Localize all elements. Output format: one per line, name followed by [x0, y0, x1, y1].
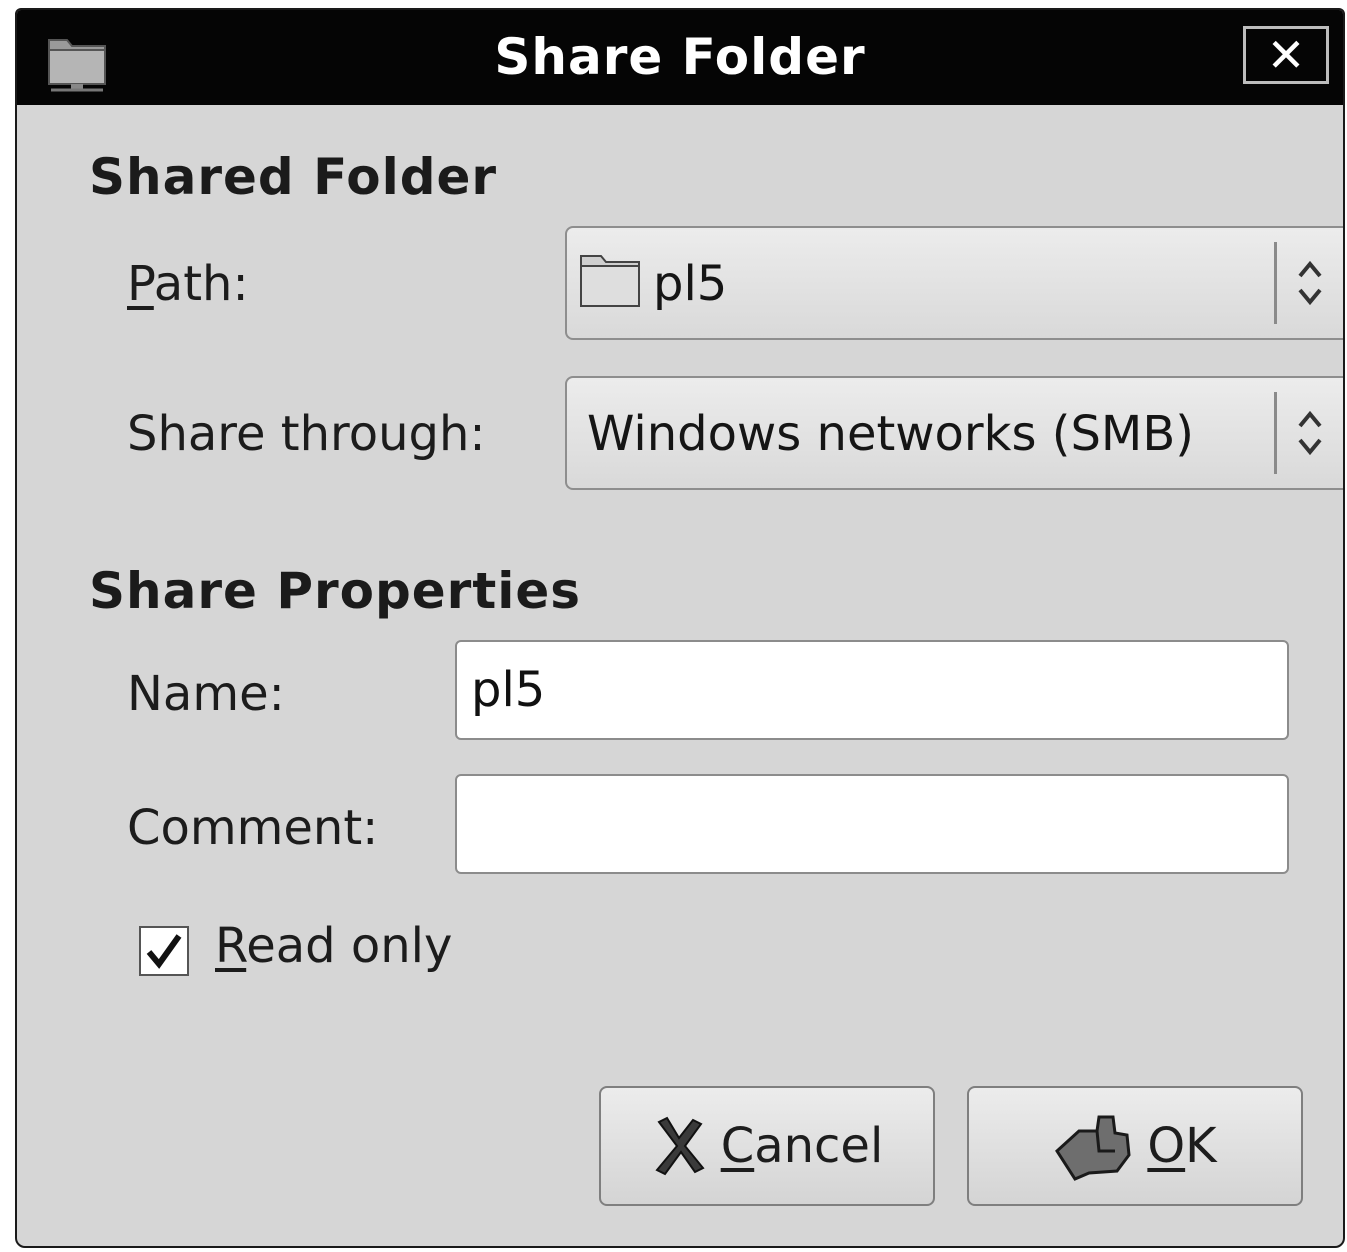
share-through-label: Share through:	[127, 406, 486, 462]
up-down-arrows-icon	[1298, 260, 1322, 306]
close-button[interactable]: ✕	[1243, 26, 1329, 84]
ok-hand-icon	[1055, 1115, 1131, 1181]
comment-label: Comment:	[127, 800, 379, 856]
read-only-label[interactable]: Read only	[215, 918, 452, 974]
path-label: Path:	[127, 256, 249, 312]
cancel-button[interactable]: Cancel	[599, 1086, 935, 1206]
folder-icon	[580, 255, 640, 307]
window-title: Share Folder	[494, 28, 866, 86]
title-bar[interactable]: Share Folder ✕	[17, 10, 1343, 105]
checkmark-icon	[146, 934, 182, 969]
close-icon: ✕	[1266, 28, 1306, 82]
combo-separator	[1274, 242, 1277, 324]
path-combo[interactable]: pl5	[565, 226, 1343, 340]
up-down-arrows-icon	[1298, 410, 1322, 456]
combo-separator	[1274, 392, 1277, 474]
ok-label: OK	[1147, 1118, 1217, 1174]
name-label: Name:	[127, 666, 285, 722]
path-value: pl5	[653, 256, 728, 312]
cancel-x-icon	[655, 1116, 705, 1176]
share-through-value: Windows networks (SMB)	[587, 406, 1194, 462]
read-only-checkbox[interactable]	[139, 926, 189, 976]
comment-input[interactable]	[455, 774, 1289, 874]
ok-button[interactable]: OK	[967, 1086, 1303, 1206]
name-input[interactable]: pl5	[455, 640, 1289, 740]
shared-folder-heading: Shared Folder	[89, 148, 498, 206]
share-properties-heading: Share Properties	[89, 562, 582, 620]
share-folder-dialog: Share Folder ✕ Shared Folder Path: pl5 S…	[15, 8, 1345, 1248]
cancel-label: Cancel	[720, 1118, 884, 1174]
share-through-combo[interactable]: Windows networks (SMB)	[565, 376, 1343, 490]
